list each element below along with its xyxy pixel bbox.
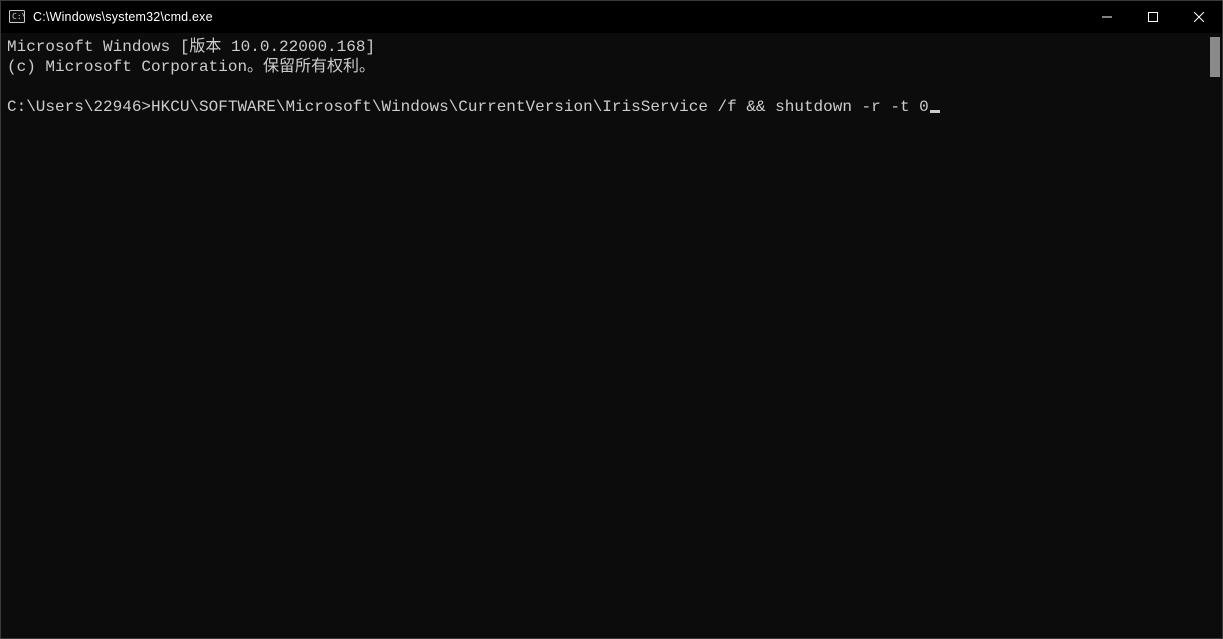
cmd-window: C:\ C:\Windows\system32\cmd.exe xyxy=(0,0,1223,639)
minimize-icon xyxy=(1102,12,1112,22)
svg-text:C:\: C:\ xyxy=(12,12,25,21)
scrollbar-track[interactable] xyxy=(1210,37,1220,634)
maximize-icon xyxy=(1148,12,1158,22)
prompt-text: C:\Users\22946> xyxy=(7,98,151,116)
copyright-line: (c) Microsoft Corporation。保留所有权利。 xyxy=(7,58,375,76)
window-title: C:\Windows\system32\cmd.exe xyxy=(33,10,213,24)
scrollbar-thumb[interactable] xyxy=(1210,37,1220,77)
minimize-button[interactable] xyxy=(1084,1,1130,33)
command-input[interactable]: HKCU\SOFTWARE\Microsoft\Windows\CurrentV… xyxy=(151,98,929,116)
maximize-button[interactable] xyxy=(1130,1,1176,33)
titlebar[interactable]: C:\ C:\Windows\system32\cmd.exe xyxy=(1,1,1222,33)
close-icon xyxy=(1194,12,1204,22)
terminal-viewport[interactable]: Microsoft Windows [版本 10.0.22000.168] (c… xyxy=(1,33,1222,638)
version-line: Microsoft Windows [版本 10.0.22000.168] xyxy=(7,38,375,56)
terminal-content[interactable]: Microsoft Windows [版本 10.0.22000.168] (c… xyxy=(1,33,1222,638)
cmd-icon: C:\ xyxy=(9,9,25,25)
cursor xyxy=(930,110,940,113)
close-button[interactable] xyxy=(1176,1,1222,33)
